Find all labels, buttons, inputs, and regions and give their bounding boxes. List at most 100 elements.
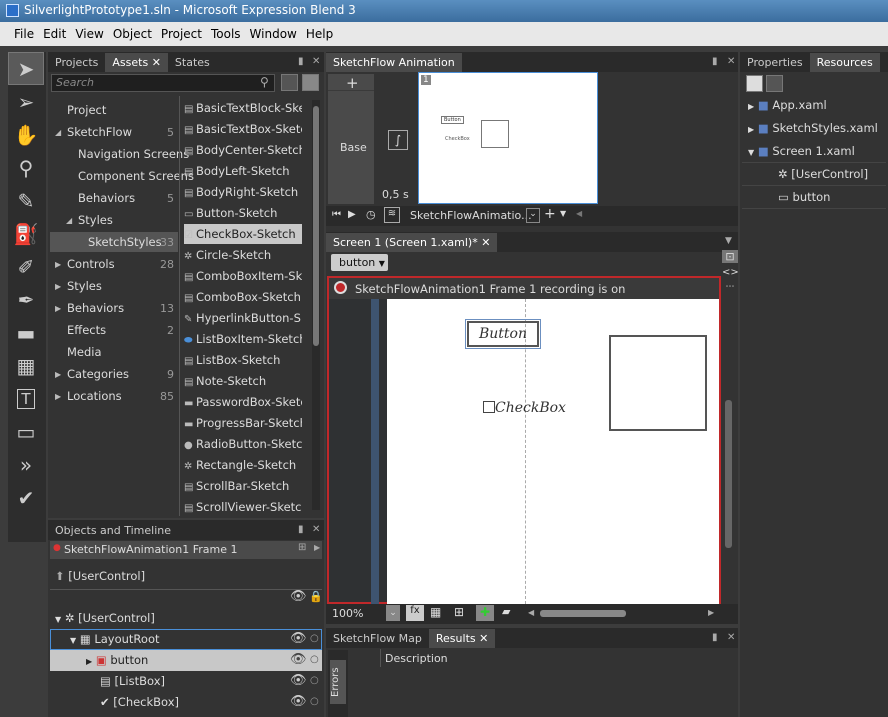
eye-icon[interactable]: 👁	[290, 673, 307, 688]
search-canvas-icon[interactable]: ⊡	[722, 250, 738, 263]
lock-dot-icon[interactable]: ○	[310, 633, 319, 644]
lock-dot-icon[interactable]: ○	[310, 654, 319, 665]
brush-tool[interactable]: ✐	[8, 250, 44, 283]
list-item[interactable]: ▤ ComboBox-Sketch	[184, 287, 302, 307]
grid-toggle-icon[interactable]: ▦	[430, 605, 441, 619]
lock-dot-icon[interactable]: ○	[310, 675, 319, 686]
eye-icon[interactable]: 👁	[290, 652, 307, 667]
menu-file[interactable]: File	[14, 27, 34, 41]
menu-project[interactable]: Project	[161, 27, 202, 41]
collapsed-arrow-icon[interactable]: ▶	[55, 282, 61, 291]
rectangle-tool[interactable]: ▬	[8, 316, 44, 349]
list-item[interactable]: ▤ Note-Sketch	[184, 371, 302, 391]
eye-icon[interactable]: 👁	[290, 631, 307, 646]
resource-app-xaml[interactable]: ▶ ■ App.xaml	[748, 94, 827, 116]
tree-item-layoutroot[interactable]: ▼ ▦ LayoutRoot	[70, 629, 160, 650]
pan-tool[interactable]: ✋	[8, 118, 44, 151]
chevron-down-icon[interactable]: ⌄	[526, 208, 540, 223]
list-item[interactable]: ▤BasicTextBlock-Ske...	[184, 98, 302, 118]
split-view-icon[interactable]: ⋯	[722, 282, 738, 292]
more-tools[interactable]: »	[8, 448, 44, 481]
category-item[interactable]: SketchFlow	[67, 125, 132, 139]
list-item[interactable]: ▭ Button-Sketch	[184, 203, 302, 223]
tree-item-usercontrol[interactable]: ▼ ✲ [UserControl]	[55, 608, 155, 629]
list-item[interactable]: ✎ HyperlinkButton-S...	[184, 308, 302, 328]
wave-icon[interactable]: ≋	[384, 207, 400, 223]
collapsed-arrow-icon[interactable]: ▶	[55, 260, 61, 269]
lock-icon[interactable]: 🔒	[309, 590, 323, 603]
chevron-down-icon[interactable]: ⌄	[386, 605, 400, 621]
add-icon[interactable]: +	[544, 206, 556, 222]
direct-select-tool[interactable]: ➢	[8, 85, 44, 118]
timeline-toggle-icon[interactable]: ⊞	[298, 542, 306, 553]
resource-sketchstyles[interactable]: ▶ ■ SketchStyles.xaml	[748, 117, 878, 139]
grid-view-button[interactable]	[281, 74, 298, 91]
tab-resources[interactable]: Resources	[809, 53, 880, 72]
tab-properties[interactable]: Properties	[740, 53, 810, 72]
dropdown-arrow-icon[interactable]: ▼	[560, 209, 566, 218]
eye-icon[interactable]: 👁	[290, 589, 307, 604]
list-item[interactable]: ▬ ProgressBar-Sketch	[184, 413, 302, 433]
asset-scrollbar[interactable]	[312, 100, 320, 510]
xaml-view-icon[interactable]: <>	[722, 267, 739, 278]
close-icon[interactable]: ✕	[727, 56, 735, 67]
collapsed-arrow-icon[interactable]: ▶	[55, 304, 61, 313]
scroll-left-icon[interactable]: ◀	[576, 209, 582, 218]
expand-arrow-icon[interactable]: ▼	[748, 148, 754, 157]
list-item[interactable]: ✲ Rectangle-Sketch	[184, 455, 302, 475]
list-item[interactable]: ▤ ScrollBar-Sketch	[184, 476, 302, 496]
list-item[interactable]: ▤ BodyCenter-Sketch	[184, 140, 302, 160]
collapsed-arrow-icon[interactable]: ▶	[55, 370, 61, 379]
menu-edit[interactable]: Edit	[43, 27, 66, 41]
resource-screen1[interactable]: ▼ ■ Screen 1.xaml	[748, 140, 855, 162]
tab-projects[interactable]: Projects	[48, 53, 105, 72]
list-item[interactable]: ▤ ComboBoxItem-Sk...	[184, 266, 302, 286]
list-item[interactable]: ✲ Circle-Sketch	[184, 245, 302, 265]
category-item[interactable]: Controls	[67, 257, 115, 271]
resource-button[interactable]: ▭ button	[778, 186, 830, 208]
tab-states[interactable]: States	[168, 53, 217, 72]
lock-dot-icon[interactable]: ○	[310, 696, 319, 707]
close-icon[interactable]: ✕	[479, 632, 488, 645]
effects-toggle-icon[interactable]: fx	[406, 605, 424, 621]
tree-item-button[interactable]: ▶ ▣ button	[86, 650, 148, 671]
category-item[interactable]: Styles	[78, 213, 113, 227]
collapsed-arrow-icon[interactable]: ▶	[86, 657, 92, 666]
list-item[interactable]: ● RadioButton-Sketch	[184, 434, 302, 454]
expand-arrow-icon[interactable]: ▼	[70, 636, 76, 645]
tab-sketchflow-map[interactable]: SketchFlow Map	[326, 629, 429, 648]
sketch-tool[interactable]: ✔	[8, 481, 44, 514]
list-item[interactable]: ▤ BodyLeft-Sketch	[184, 161, 302, 181]
resource-usercontrol[interactable]: ✲ [UserControl]	[778, 163, 868, 185]
resources-list-button[interactable]	[746, 75, 763, 92]
transition-duration[interactable]: 0,5 s	[382, 188, 409, 201]
category-item[interactable]: Behaviors	[78, 191, 135, 205]
category-item[interactable]: Media	[67, 345, 102, 359]
menu-object[interactable]: Object	[113, 27, 152, 41]
category-item[interactable]: Effects	[67, 323, 106, 337]
scrollbar-thumb[interactable]	[313, 106, 319, 346]
tab-results[interactable]: Results ✕	[428, 629, 496, 648]
expand-arrow-icon[interactable]: ▼	[55, 615, 61, 624]
expand-arrow-icon[interactable]: ◢	[55, 128, 61, 137]
snap-grid-icon[interactable]: ⊞	[454, 605, 464, 619]
sketch-button[interactable]: Button	[467, 321, 539, 347]
category-item[interactable]: Navigation Screens	[78, 147, 189, 161]
eye-icon[interactable]: 👁	[290, 694, 307, 709]
category-item[interactable]: Project	[67, 103, 106, 117]
pen-tool[interactable]: ✒	[8, 283, 44, 316]
collapsed-arrow-icon[interactable]: ▶	[748, 102, 754, 111]
tree-item-listbox[interactable]: ▤ [ListBox]	[100, 671, 165, 692]
category-item[interactable]: Locations	[67, 389, 122, 403]
category-item[interactable]: Behaviors	[67, 301, 124, 315]
eyedropper-tool[interactable]: ✎	[8, 184, 44, 217]
horizontal-scrollbar[interactable]	[540, 610, 626, 617]
base-state[interactable]: + Base	[328, 74, 374, 204]
pin-icon[interactable]: ▮	[712, 56, 718, 67]
snap-lines-icon[interactable]: ✚	[476, 605, 494, 621]
scroll-left-icon[interactable]: ◀	[528, 608, 534, 617]
list-item-selected[interactable]: ☑ CheckBox-Sketch	[184, 224, 302, 244]
close-icon[interactable]: ✕	[152, 56, 161, 69]
frame-selector[interactable]: ● SketchFlowAnimation1 Frame 1 ⊞ ▶	[50, 541, 322, 559]
collapsed-arrow-icon[interactable]: ▶	[748, 125, 754, 134]
